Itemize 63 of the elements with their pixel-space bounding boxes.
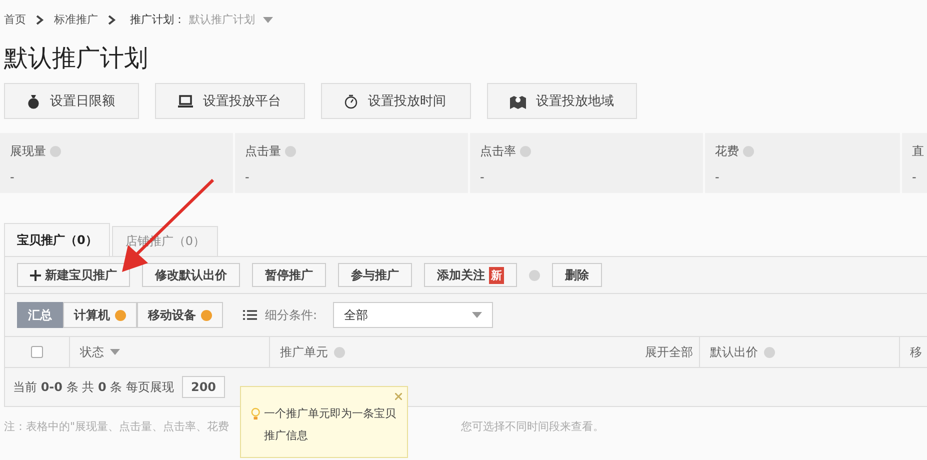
chevron-icon	[36, 14, 44, 24]
warning-icon	[115, 310, 126, 320]
action-button[interactable]: 暂停推广	[252, 263, 326, 287]
sort-icon[interactable]	[110, 349, 120, 355]
plus-icon	[30, 270, 41, 280]
dropdown-icon	[263, 16, 273, 22]
help-icon[interactable]	[50, 146, 61, 157]
segment-button[interactable]: 计算机	[63, 302, 137, 328]
pagination-summary: 当前 0-0 条 共 0 条 每页展现	[13, 378, 174, 396]
settings-button[interactable]: 设置投放时间	[321, 83, 471, 119]
column-header[interactable]: 状态	[80, 344, 104, 360]
breadcrumb-link[interactable]: 推广计划：	[130, 12, 185, 27]
action-button[interactable]: 删除	[552, 263, 602, 287]
help-icon[interactable]	[334, 346, 345, 358]
tooltip-text: 一个推广单元即为一条宝贝推广信息	[264, 406, 397, 444]
column-header: 移	[910, 344, 922, 360]
breadcrumb-link[interactable]: 首页	[4, 12, 26, 27]
help-icon[interactable]	[285, 146, 296, 157]
help-icon[interactable]	[764, 346, 775, 358]
footnote-text: 您可选择不同时间段来查看。	[461, 419, 604, 434]
stopwatch-icon	[344, 94, 358, 108]
map-pin-icon	[510, 94, 526, 108]
settings-button[interactable]: 设置日限额	[4, 83, 139, 119]
filter-label: 细分条件:	[265, 306, 318, 324]
action-button[interactable]: 参与推广	[338, 263, 412, 287]
settings-button[interactable]: 设置投放平台	[155, 83, 305, 119]
stat-label: 点击量	[245, 143, 281, 160]
stat-value: -	[912, 170, 916, 184]
stat-label: 展现量	[10, 143, 46, 160]
lightbulb-icon	[251, 407, 260, 421]
chevron-icon	[108, 14, 116, 24]
stat-label: 直	[912, 143, 924, 160]
filter-dropdown[interactable]: 全部	[333, 302, 494, 328]
stat-value: -	[10, 170, 14, 184]
footnote-text: 注：表格中的"展现量、点击量、点击率、花费	[4, 419, 230, 434]
help-icon[interactable]	[743, 146, 754, 157]
tab[interactable]: 宝贝推广（0）	[4, 223, 110, 256]
checkbox[interactable]	[31, 346, 43, 358]
page-title: 默认推广计划	[4, 43, 149, 73]
dropdown-icon	[472, 312, 482, 318]
column-header: 推广单元	[280, 344, 328, 360]
stat-label: 花费	[715, 143, 739, 160]
list-icon	[243, 310, 257, 320]
close-icon[interactable]	[395, 393, 402, 400]
stat-value: -	[245, 170, 250, 184]
breadcrumb-link[interactable]: 标准推广	[54, 12, 98, 27]
action-button[interactable]: 修改默认出价	[142, 263, 240, 287]
help-icon[interactable]	[520, 146, 531, 157]
settings-button[interactable]: 设置投放地域	[487, 83, 637, 119]
expand-all-link[interactable]: 展开全部	[645, 344, 693, 360]
action-button[interactable]: 新建宝贝推广	[17, 263, 130, 287]
stat-value: -	[480, 170, 484, 184]
money-bag-icon	[27, 94, 40, 108]
page-size-field[interactable]: 200	[182, 376, 226, 398]
stat-label: 点击率	[480, 143, 516, 160]
stat-value: -	[715, 170, 720, 184]
new-badge: 新	[489, 266, 504, 284]
laptop-icon	[178, 94, 193, 108]
action-button[interactable]: 添加关注 新	[424, 263, 517, 287]
help-icon[interactable]	[529, 270, 540, 280]
column-header: 默认出价	[710, 344, 758, 360]
segment-button[interactable]: 移动设备	[137, 302, 223, 328]
warning-icon	[201, 310, 212, 320]
